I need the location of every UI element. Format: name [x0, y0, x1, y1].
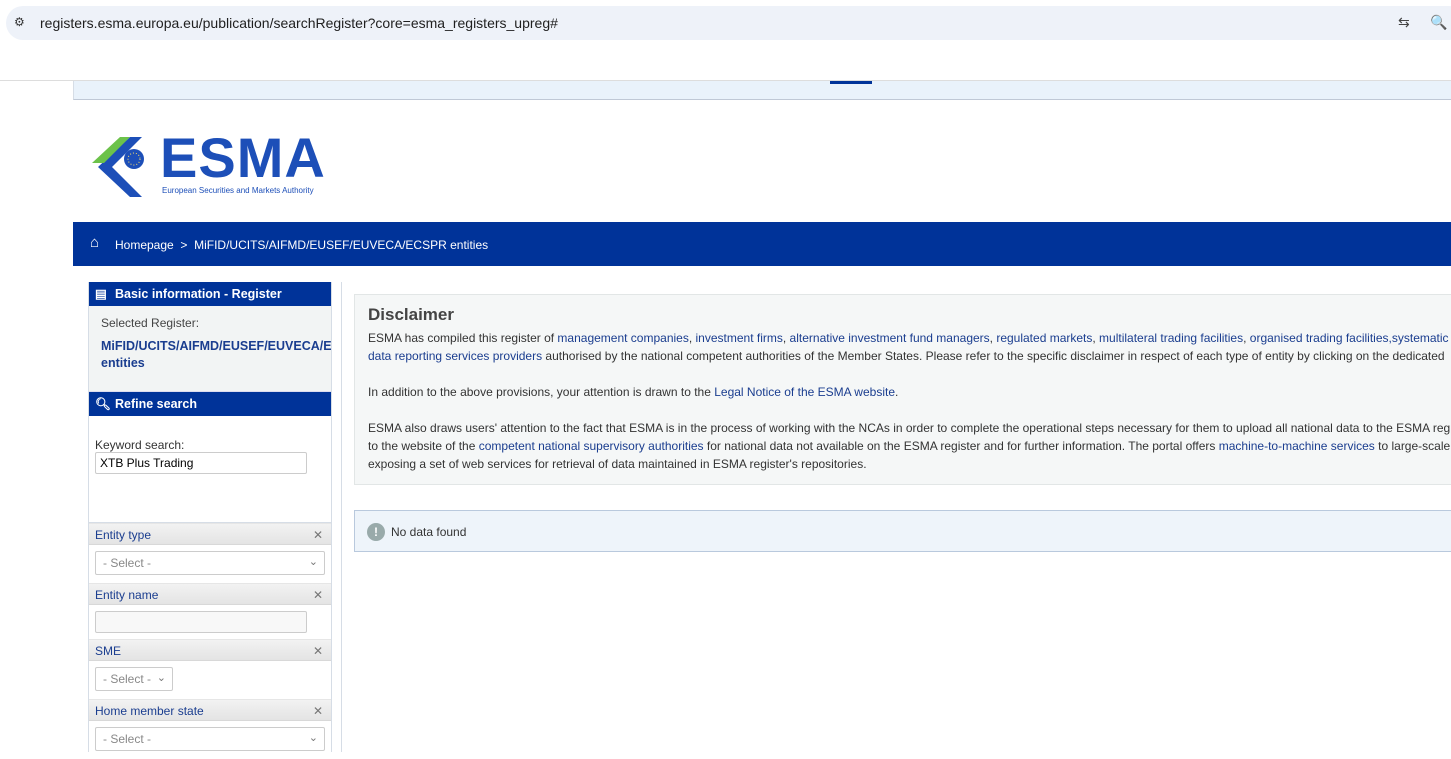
filter-label: Entity type — [95, 528, 152, 542]
text: In addition to the above provisions, you… — [368, 385, 715, 399]
select-value: - Select - — [103, 556, 152, 570]
selected-register-label: Selected Register: — [101, 316, 200, 330]
link-aifm[interactable]: alternative investment fund managers — [790, 331, 990, 345]
select-value: - Select - — [103, 672, 152, 686]
address-bar[interactable]: ⚙ registers.esma.europa.eu/publication/s… — [6, 6, 1451, 40]
text: for national data not available on the E… — [703, 439, 1219, 453]
refine-search-title: Refine search — [115, 397, 197, 411]
home-member-state-select[interactable]: - Select - ⌄ — [95, 727, 325, 751]
link-data-reporting[interactable]: data reporting services providers — [368, 349, 542, 363]
top-nav-band — [73, 81, 1451, 100]
link-competent-authorities[interactable]: competent national supervisory authoriti… — [479, 439, 704, 453]
close-icon[interactable]: ✕ — [313, 640, 323, 662]
logo-wordmark: ESMA — [160, 126, 326, 189]
link-legal-notice[interactable]: Legal Notice of the ESMA website — [714, 385, 895, 399]
content-border — [341, 282, 342, 752]
url-text[interactable]: registers.esma.europa.eu/publication/sea… — [40, 15, 558, 31]
text: , — [782, 331, 790, 345]
site-settings-icon[interactable]: ⚙ — [14, 15, 30, 31]
no-data-text: No data found — [391, 525, 467, 539]
text: , — [1243, 331, 1250, 345]
translate-icon[interactable]: ⇆ — [1398, 14, 1410, 31]
text: ESMA also draws users' attention to the … — [368, 421, 1451, 435]
link-m2m-services[interactable]: machine-to-machine services — [1219, 439, 1375, 453]
breadcrumb-home[interactable]: Homepage — [115, 238, 174, 252]
esma-logo-icon — [92, 137, 144, 197]
link-investment-firms[interactable]: investment firms — [696, 331, 783, 345]
link-management-companies[interactable]: management companies — [557, 331, 688, 345]
entity-name-input[interactable] — [95, 611, 307, 633]
link-regulated-markets[interactable]: regulated markets — [996, 331, 1092, 345]
basic-info-header: ▤ Basic information - Register — [89, 282, 331, 306]
logo-subtitle: European Securities and Markets Authorit… — [162, 186, 314, 195]
refine-search-header: 🔍︎ Refine search — [89, 392, 331, 416]
close-icon[interactable]: ✕ — [313, 524, 323, 546]
selected-register-value-1: MiFID/UCITS/AIFMD/EUSEF/EUVECA/ECSPR — [101, 339, 331, 353]
sme-select[interactable]: - Select - ⌄ — [95, 667, 173, 691]
text: , — [688, 331, 696, 345]
search-icon: 🔍︎ — [95, 397, 111, 411]
zoom-icon[interactable]: 🔍 — [1430, 14, 1447, 31]
basic-info-title: Basic information - Register — [115, 287, 282, 301]
chevron-down-icon: ⌄ — [308, 732, 318, 744]
filter-label: Home member state — [95, 704, 204, 718]
info-icon: ! — [367, 523, 385, 541]
book-icon: ▤ — [95, 287, 107, 301]
filter-label: SME — [95, 644, 122, 658]
filter-sme-header[interactable]: SME ✕ — [89, 639, 331, 661]
text: exposing a set of web services for retri… — [368, 457, 867, 471]
text: to large-scale users — [1378, 439, 1451, 453]
disclaimer-title: Disclaimer — [368, 305, 454, 324]
filter-entity-type-header[interactable]: Entity type ✕ — [89, 523, 331, 545]
close-icon[interactable]: ✕ — [313, 584, 323, 606]
breadcrumb-current[interactable]: MiFID/UCITS/AIFMD/EUSEF/EUVECA/ECSPR ent… — [194, 238, 488, 252]
text: . — [895, 385, 899, 399]
selected-register-value-2: entities — [101, 356, 145, 370]
no-data-message: ! No data found — [354, 510, 1451, 552]
breadcrumb: ⌂ Homepage > MiFID/UCITS/AIFMD/EUSEF/EUV… — [73, 222, 1451, 266]
text: authorised by the national competent aut… — [542, 349, 1445, 363]
esma-logo[interactable]: ESMA European Securities and Markets Aut… — [90, 126, 335, 199]
filter-home-member-state-header[interactable]: Home member state ✕ — [89, 699, 331, 721]
home-icon[interactable]: ⌂ — [90, 234, 99, 251]
active-tab-indicator — [830, 81, 872, 84]
entity-type-select[interactable]: - Select - ⌄ — [95, 551, 325, 575]
selected-register: Selected Register: MiFID/UCITS/AIFMD/EUS… — [89, 306, 331, 392]
chevron-down-icon: ⌄ — [156, 672, 166, 684]
link-otf[interactable]: organised trading facilities,systematic … — [1250, 331, 1451, 345]
sidebar: ▤ Basic information - Register Selected R… — [88, 282, 332, 752]
text: ESMA has compiled this register of — [368, 331, 558, 345]
disclaimer-panel: Disclaimer ESMA has compiled this regist… — [354, 294, 1451, 485]
keyword-search-input[interactable]: XTB Plus Trading — [95, 452, 307, 474]
filter-entity-name-header[interactable]: Entity name ✕ — [89, 583, 331, 605]
breadcrumb-separator: > — [180, 238, 188, 252]
chevron-down-icon: ⌄ — [308, 556, 318, 568]
link-mtf[interactable]: multilateral trading facilities — [1099, 331, 1243, 345]
filter-label: Entity name — [95, 588, 159, 602]
keyword-label: Keyword search: — [95, 438, 185, 452]
select-value: - Select - — [103, 732, 152, 746]
text: to the website of the — [368, 439, 479, 453]
close-icon[interactable]: ✕ — [313, 700, 323, 722]
